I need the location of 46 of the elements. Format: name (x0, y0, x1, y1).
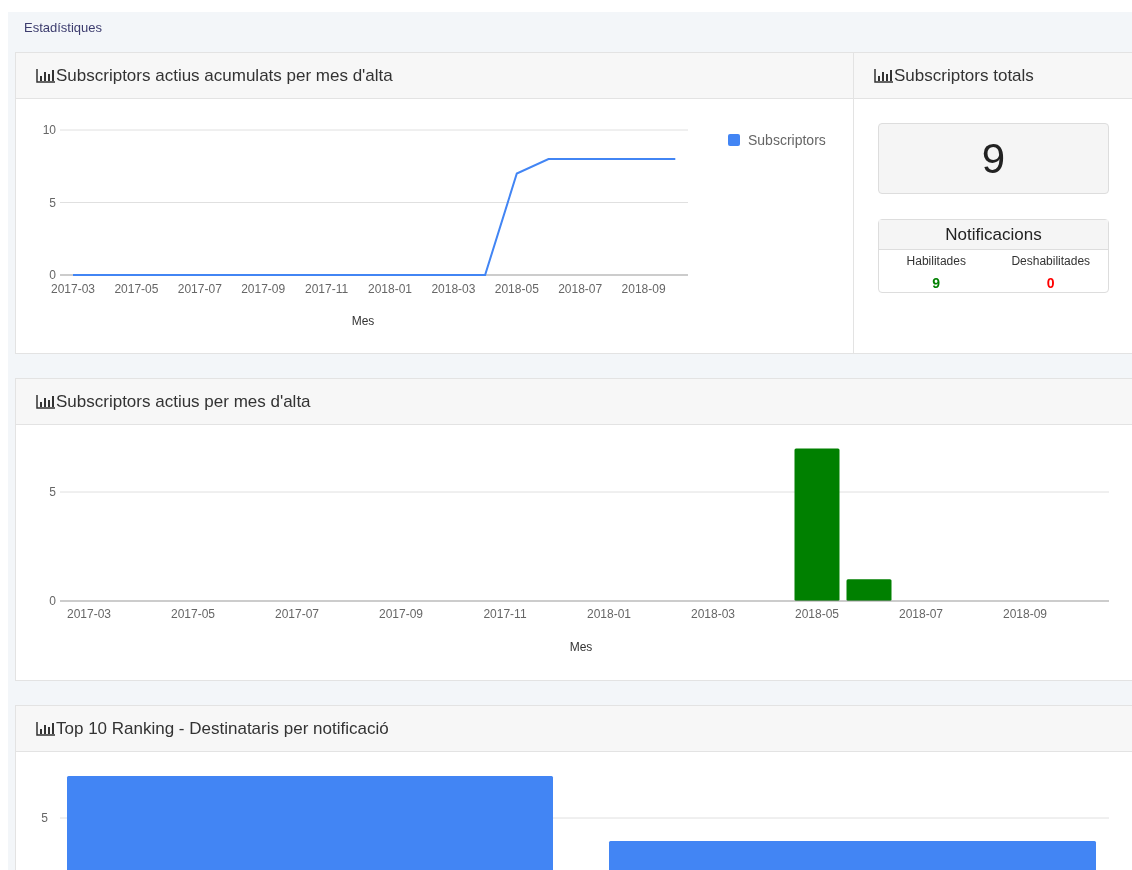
x-tick-label: 2018-05 (795, 607, 839, 621)
x-tick-label: 2018-03 (431, 282, 476, 296)
notifications-title: Notificacions (945, 223, 1042, 246)
y-tick-label: 0 (49, 594, 56, 608)
x-axis-title: Mes (351, 314, 375, 328)
x-tick-label: 2018-05 (494, 282, 539, 296)
x-tick-label: 2017-07 (177, 282, 222, 296)
notifications-label: Deshabilitades (1011, 253, 1091, 270)
bar-chart-icon (36, 394, 56, 409)
x-tick-label: 2018-01 (368, 282, 412, 296)
x-tick-label: 2017-03 (67, 607, 111, 621)
x-tick-label: 2017-05 (114, 282, 159, 296)
x-tick-label: 2017-09 (379, 607, 423, 621)
bar-chart-icon (36, 721, 56, 736)
x-tick-label: 2017-03 (51, 282, 95, 296)
y-tick-label: 5 (49, 195, 56, 210)
x-tick-label: 2018-01 (587, 607, 631, 621)
legend-label: Subscriptors (748, 132, 826, 148)
page-title: Estadístiques (24, 20, 103, 35)
card-title: Subscriptors totals (894, 64, 1034, 87)
x-tick-label: 2017-11 (305, 282, 349, 296)
x-tick-label: 2017-11 (483, 607, 527, 621)
total-count: 9 (981, 134, 1006, 184)
y-tick-label: 0 (49, 268, 56, 282)
bar (846, 579, 892, 601)
x-tick-label: 2018-03 (691, 607, 735, 621)
card-title: Subscriptors actius per mes d'alta (56, 390, 311, 413)
notifications-label: Habilitades (906, 253, 966, 270)
bar-chart-icon (36, 68, 56, 83)
y-tick-label: 5 (49, 485, 56, 499)
y-tick-label: 5 (41, 811, 48, 825)
x-tick-label: 2018-09 (621, 282, 666, 296)
y-tick-label: 10 (42, 123, 56, 137)
x-tick-label: 2017-07 (275, 607, 319, 621)
x-tick-label: 2018-07 (899, 607, 943, 621)
x-tick-label: 2018-07 (558, 282, 603, 296)
bar-chart-icon (874, 68, 894, 83)
x-tick-label: 2018-09 (1003, 607, 1047, 621)
card-title: Top 10 Ranking - Destinataris per notificació (56, 717, 389, 740)
notifications-count: 0 (1046, 274, 1055, 293)
legend-swatch (728, 134, 740, 146)
x-axis-title: Mes (569, 640, 593, 654)
x-tick-label: 2017-05 (171, 607, 215, 621)
card-title: Subscriptors actius acumulats per mes d'alta (56, 64, 393, 87)
notifications-count: 9 (932, 274, 941, 293)
x-tick-label: 2017-09 (241, 282, 286, 296)
